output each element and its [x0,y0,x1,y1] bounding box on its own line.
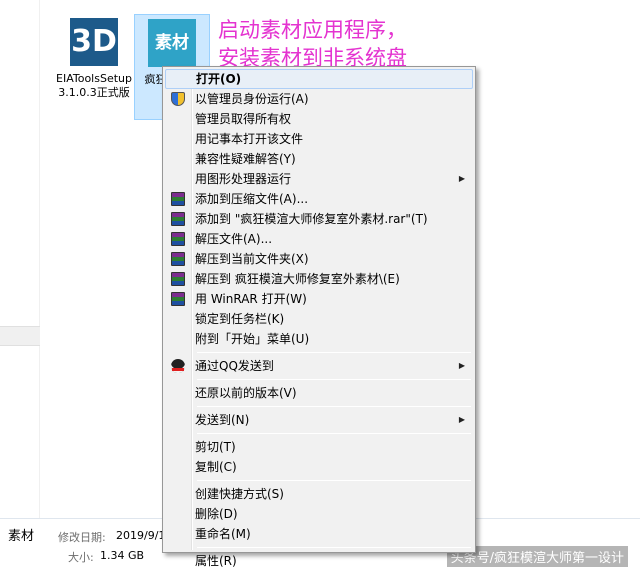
winrar-icon [171,192,185,206]
menu-separator [197,352,471,353]
menu-item-open[interactable]: 打开(O) [165,69,473,89]
navigation-pane [0,0,40,518]
menu-item-send-to[interactable]: 发送到(N) ▶ [165,410,473,430]
annotation-text: 启动素材应用程序， 安装素材到非系统盘 [218,16,407,72]
details-size-label: 大小: [68,551,94,564]
menu-label: 用记事本打开该文件 [195,132,304,146]
menu-label: 解压文件(A)... [195,232,273,246]
menu-label: 解压到 疯狂模渲大师修复室外素材\(E) [195,272,400,286]
menu-separator [197,406,471,407]
submenu-arrow-icon: ▶ [458,361,465,370]
menu-label: 复制(C) [195,460,237,474]
menu-item-troubleshoot[interactable]: 兼容性疑难解答(Y) [165,149,473,169]
context-menu: 打开(O) 以管理员身份运行(A) 管理员取得所有权 用记事本打开该文件 兼容性… [162,66,476,568]
menu-label: 还原以前的版本(V) [195,386,297,400]
menu-item-rename[interactable]: 重命名(M) [165,524,473,544]
menu-item-add-archive[interactable]: 添加到压缩文件(A)... [165,189,473,209]
winrar-icon [171,212,185,226]
menu-item-create-shortcut[interactable]: 创建快捷方式(S) [165,484,473,504]
menu-item-extract-to[interactable]: 解压到 疯狂模渲大师修复室外素材\(E) [165,269,473,289]
menu-label: 重命名(M) [195,527,251,541]
menu-item-run-as-admin[interactable]: 以管理员身份运行(A) [165,89,473,109]
menu-label: 添加到压缩文件(A)... [195,192,309,206]
details-size-value: 1.34 GB [100,549,145,562]
file-name: EIAToolsSetup3.1.0.3正式版 [56,72,132,99]
menu-item-cut[interactable]: 剪切(T) [165,437,473,457]
menu-label: 用 WinRAR 打开(W) [195,292,307,306]
menu-label: 管理员取得所有权 [195,112,292,126]
menu-separator [197,379,471,380]
menu-item-restore[interactable]: 还原以前的版本(V) [165,383,473,403]
menu-label: 锁定到任务栏(K) [195,312,285,326]
menu-label: 打开(O) [196,72,242,86]
submenu-arrow-icon: ▶ [458,174,465,183]
uac-shield-icon [171,92,185,106]
menu-label: 添加到 "疯狂模渲大师修复室外素材.rar"(T) [195,212,428,226]
winrar-icon [171,272,185,286]
menu-item-extract-files[interactable]: 解压文件(A)... [165,229,473,249]
menu-label: 以管理员身份运行(A) [195,92,309,106]
menu-label: 属性(R) [195,554,237,568]
menu-item-pin-start[interactable]: 附到「开始」菜单(U) [165,329,473,349]
winrar-icon [171,232,185,246]
menu-separator [197,547,471,548]
nav-pane-selected-row[interactable] [0,326,40,346]
menu-label: 发送到(N) [195,413,250,427]
submenu-arrow-icon: ▶ [458,415,465,424]
menu-label: 通过QQ发送到 [195,359,274,373]
menu-label: 用图形处理器运行 [195,172,292,186]
menu-item-copy[interactable]: 复制(C) [165,457,473,477]
menu-label: 删除(D) [195,507,238,521]
menu-item-pin-taskbar[interactable]: 锁定到任务栏(K) [165,309,473,329]
menu-label: 创建快捷方式(S) [195,487,284,501]
menu-item-run-gpu[interactable]: 用图形处理器运行 ▶ [165,169,473,189]
menu-item-open-notepad[interactable]: 用记事本打开该文件 [165,129,473,149]
menu-item-delete[interactable]: 删除(D) [165,504,473,524]
details-file-name: 素材 [8,529,35,544]
menu-item-take-ownership[interactable]: 管理员取得所有权 [165,109,473,129]
menu-label: 附到「开始」菜单(U) [195,332,310,346]
file-eiatools[interactable]: 3D EIAToolsSetup3.1.0.3正式版 [56,14,132,100]
winrar-icon [171,252,185,266]
eiatools-3d-icon: 3D [70,18,118,66]
winrar-icon [171,292,185,306]
sucai-app-icon: 素材 [148,19,196,67]
menu-label: 解压到当前文件夹(X) [195,252,309,266]
qq-penguin-icon [171,359,185,373]
menu-separator [197,480,471,481]
menu-item-properties[interactable]: 属性(R) [165,551,473,571]
menu-item-send-qq[interactable]: 通过QQ发送到 ▶ [165,356,473,376]
menu-item-extract-here[interactable]: 解压到当前文件夹(X) [165,249,473,269]
annotation-line-1: 启动素材应用程序， [218,18,407,42]
details-modified-label: 修改日期: [58,531,106,544]
menu-item-open-winrar[interactable]: 用 WinRAR 打开(W) [165,289,473,309]
menu-label: 兼容性疑难解答(Y) [195,152,296,166]
menu-item-add-rar[interactable]: 添加到 "疯狂模渲大师修复室外素材.rar"(T) [165,209,473,229]
menu-label: 剪切(T) [195,440,236,454]
menu-separator [197,433,471,434]
